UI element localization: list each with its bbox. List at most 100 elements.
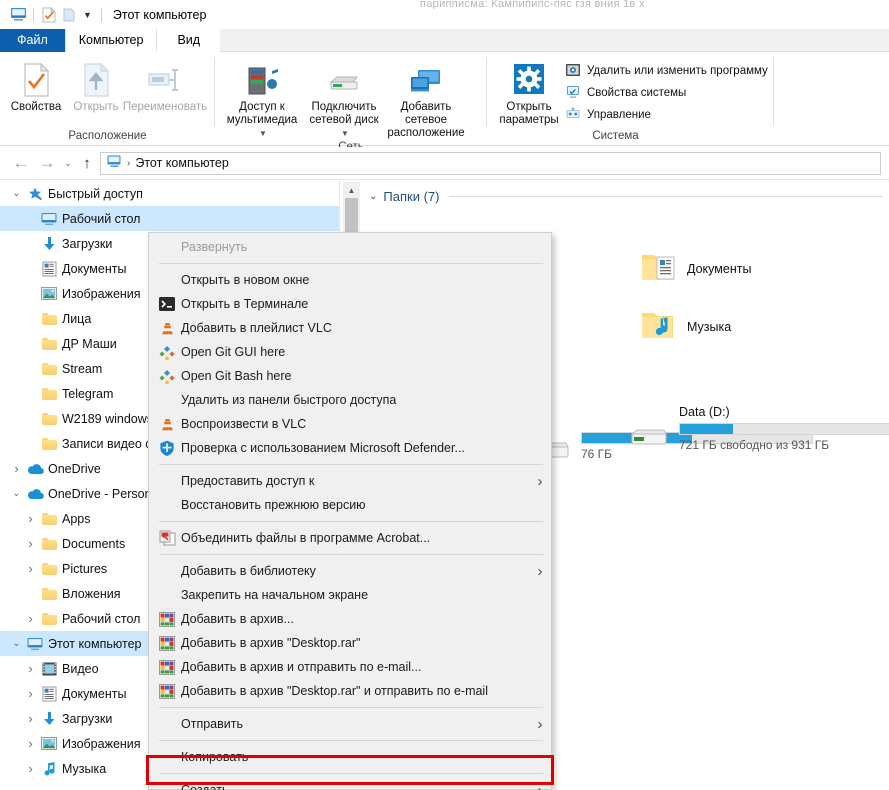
menu-item-27[interactable]: Создать ›	[149, 778, 551, 790]
ghost-artifact-text: парипписма: Кампипипс-пяс гзя вния 1в х	[420, 0, 645, 9]
menu-item-12[interactable]: Восстановить прежнюю версию	[149, 493, 551, 517]
downloads-icon	[39, 236, 59, 251]
sidebar-item-1[interactable]: Рабочий стол	[0, 206, 339, 231]
sidebar-item-label: Документы	[62, 686, 127, 701]
chevron-right-icon[interactable]: ›	[529, 473, 551, 490]
menu-item-20[interactable]: Добавить в архив и отправить по e-mail..…	[149, 655, 551, 679]
chevron-right-icon[interactable]: ›	[22, 611, 39, 626]
pictures-icon	[39, 737, 59, 750]
window-title: Этот компьютер	[112, 7, 207, 22]
customize-dropdown-icon[interactable]: ▼	[79, 10, 96, 20]
menu-item-label: Добавить в библиотеку	[181, 564, 316, 578]
menu-item-11[interactable]: Предоставить доступ к ›	[149, 469, 551, 493]
media-server-icon	[243, 60, 281, 98]
media-server-button[interactable]: Доступ к мультимедиа ▼	[223, 58, 301, 140]
drive-tile-d[interactable]: Data (D:) 721 ГБ свободно из 931 ГБ	[629, 403, 889, 454]
ribbon-group-system: Открыть параметры Удалить или изменить п…	[487, 52, 774, 146]
chevron-right-icon[interactable]: ›	[22, 686, 39, 701]
chevron-down-icon[interactable]: ⌄	[8, 638, 25, 649]
sidebar-item-label: Изображения	[62, 286, 141, 301]
ribbon-group-network: Доступ к мультимедиа ▼ Подключить сетево…	[215, 52, 487, 153]
add-network-location-button[interactable]: Добавить сетевое расположение	[387, 58, 465, 140]
chevron-right-icon[interactable]: ›	[529, 563, 551, 580]
menu-item-9[interactable]: Проверка с использованием Microsoft Defe…	[149, 436, 551, 460]
chevron-right-icon[interactable]: ›	[22, 536, 39, 551]
chevron-right-icon[interactable]: ›	[8, 461, 25, 476]
sidebar-item-label: OneDrive	[48, 461, 101, 476]
properties-button[interactable]: Свойства	[6, 58, 66, 114]
uninstall-program-button[interactable]: Удалить или изменить программу	[565, 61, 774, 81]
menu-item-label: Добавить в плейлист VLC	[181, 321, 332, 335]
sidebar-item-label: Документы	[62, 261, 127, 276]
properties-icon[interactable]	[39, 6, 59, 24]
chevron-right-icon[interactable]: ›	[22, 711, 39, 726]
tab-view[interactable]: Вид	[157, 29, 221, 52]
menu-item-5[interactable]: Open Git GUI here	[149, 340, 551, 364]
sidebar-item-label: ДР Маши	[62, 336, 117, 351]
folders-group-header[interactable]: ⌄ Папки (7)	[361, 181, 889, 211]
context-menu[interactable]: Развернуть Открыть в новом окне Открыть в …	[148, 232, 552, 790]
menu-item-18[interactable]: Добавить в архив...	[149, 607, 551, 631]
chevron-down-icon[interactable]: ⌄	[8, 188, 25, 199]
open-button[interactable]: Открыть	[66, 58, 126, 114]
folder-tile-music[interactable]: Музыка	[641, 309, 731, 344]
menu-item-8[interactable]: Воспроизвести в VLC	[149, 412, 551, 436]
recent-locations-button[interactable]: ⌄	[60, 151, 76, 175]
menu-item-25[interactable]: Копировать	[149, 745, 551, 769]
chevron-down-icon[interactable]: ⌄	[369, 191, 377, 202]
sidebar-item-label: Музыка	[62, 761, 107, 776]
menu-separator	[159, 464, 543, 465]
open-settings-button[interactable]: Открыть параметры	[497, 58, 561, 127]
manage-button[interactable]: Управление	[565, 105, 774, 125]
button-label: Удалить или изменить программу	[587, 65, 768, 77]
rename-button[interactable]: Переименовать	[123, 58, 207, 114]
sidebar-item-0[interactable]: ⌄ Быстрый доступ	[0, 181, 339, 206]
chevron-right-icon[interactable]: ›	[22, 511, 39, 526]
ribbon-group-location: Свойства Открыть Переименовать Расположе…	[0, 52, 215, 146]
map-network-drive-button[interactable]: Подключить сетевой диск ▼	[305, 58, 383, 140]
chevron-right-icon[interactable]: ›	[22, 661, 39, 676]
menu-item-14[interactable]: Объединить файлы в программе Acrobat...	[149, 526, 551, 550]
menu-item-3[interactable]: Открыть в Терминале	[149, 292, 551, 316]
pictures-icon	[39, 287, 59, 300]
menu-separator	[159, 773, 543, 774]
menu-item-7[interactable]: Удалить из панели быстрого доступа	[149, 388, 551, 412]
menu-item-19[interactable]: Добавить в архив "Desktop.rar"	[149, 631, 551, 655]
menu-item-label: Развернуть	[181, 240, 248, 254]
chevron-right-icon[interactable]: ›	[22, 561, 39, 576]
tab-file[interactable]: Файл	[0, 29, 66, 52]
tab-computer[interactable]: Компьютер	[65, 29, 158, 52]
sidebar-item-label: Documents	[62, 536, 126, 551]
git-icon	[153, 345, 181, 360]
chevron-right-icon[interactable]: ›	[529, 716, 551, 733]
system-properties-button[interactable]: Свойства системы	[565, 83, 774, 103]
chevron-down-icon[interactable]: ▼	[341, 127, 349, 140]
menu-separator	[159, 740, 543, 741]
menu-item-4[interactable]: Добавить в плейлист VLC	[149, 316, 551, 340]
back-button[interactable]: ←	[8, 151, 34, 175]
folder-tile-documents[interactable]: Документы	[641, 251, 751, 286]
group-divider	[449, 195, 883, 197]
divider	[100, 7, 102, 22]
chevron-down-icon[interactable]: ⌄	[8, 488, 25, 499]
menu-item-16[interactable]: Добавить в библиотеку ›	[149, 559, 551, 583]
drive-usage-bar	[679, 423, 889, 435]
up-button[interactable]: ↑	[76, 151, 98, 175]
chevron-right-icon[interactable]: ›	[22, 761, 39, 776]
scroll-up-arrow[interactable]: ▲	[343, 182, 360, 198]
breadcrumb[interactable]: Этот компьютер	[135, 156, 228, 170]
breadcrumb-separator: ›	[127, 157, 131, 169]
chevron-right-icon[interactable]: ›	[529, 782, 551, 790]
new-folder-icon[interactable]	[59, 6, 79, 24]
menu-item-6[interactable]: Open Git Bash here	[149, 364, 551, 388]
menu-item-21[interactable]: Добавить в архив "Desktop.rar" и отправи…	[149, 679, 551, 703]
chevron-right-icon[interactable]: ›	[22, 736, 39, 751]
forward-button[interactable]: →	[34, 151, 60, 175]
address-input[interactable]: › Этот компьютер	[100, 151, 881, 175]
menu-item-17[interactable]: Закрепить на начальном экране	[149, 583, 551, 607]
menu-item-2[interactable]: Открыть в новом окне	[149, 268, 551, 292]
menu-item-23[interactable]: Отправить ›	[149, 712, 551, 736]
acrobat-icon	[153, 530, 181, 546]
documents-folder-icon	[641, 251, 677, 286]
chevron-down-icon[interactable]: ▼	[259, 127, 267, 140]
